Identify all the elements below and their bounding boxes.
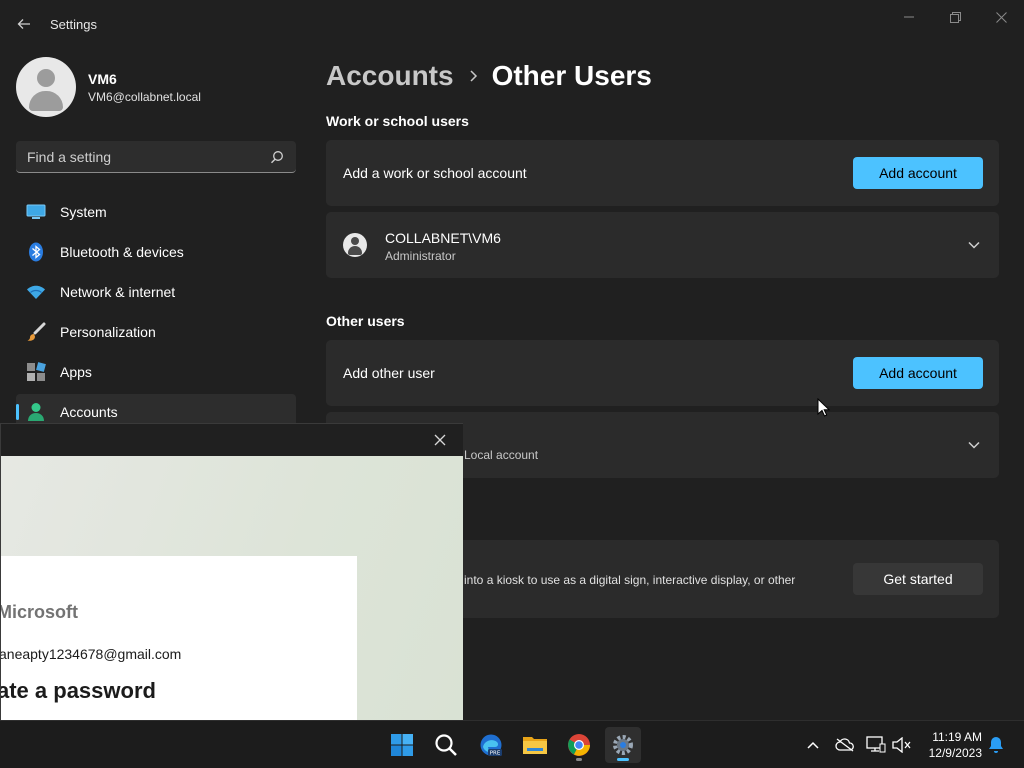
search-icon[interactable] [270, 150, 284, 164]
settings-icon [613, 735, 633, 755]
close-window-button[interactable] [978, 6, 1024, 28]
sidebar-item-label: Accounts [60, 404, 118, 420]
chevron-right-icon [468, 66, 478, 87]
user-profile[interactable]: VM6 VM6@collabnet.local [16, 57, 201, 117]
breadcrumb: Accounts Other Users [326, 58, 652, 94]
microsoft-logo-text: Microsoft [1, 602, 78, 622]
onedrive-tray[interactable] [835, 735, 855, 755]
sidebar-item-system[interactable]: System [16, 194, 296, 230]
notifications-button[interactable] [986, 735, 1006, 755]
restore-button[interactable] [932, 6, 978, 28]
work-user-name: COLLABNET\VM6 [385, 230, 501, 246]
taskbar-edge-beta[interactable]: PRE [473, 727, 509, 763]
breadcrumb-parent[interactable]: Accounts [326, 60, 454, 92]
network-tray[interactable] [866, 735, 886, 755]
chevron-down-icon[interactable] [967, 238, 981, 252]
kiosk-description: e into a kiosk to use as a digital sign,… [454, 573, 796, 587]
title-bar: Settings [0, 0, 1024, 46]
system-icon [26, 202, 46, 222]
close-icon [995, 11, 1007, 23]
user-avatar-icon [343, 233, 367, 257]
sidebar-item-apps[interactable]: Apps [16, 354, 296, 390]
chrome-icon [568, 734, 590, 756]
add-work-account-button[interactable]: Add account [853, 157, 983, 189]
clock-date: 12/9/2023 [928, 746, 982, 760]
show-hidden-icons-button[interactable] [803, 735, 823, 755]
sidebar-item-personalization[interactable]: Personalization [16, 314, 296, 350]
chevron-up-icon [807, 741, 819, 749]
minimize-icon [904, 16, 914, 18]
sidebar-item-network-internet[interactable]: Network & internet [16, 274, 296, 310]
taskbar: PRE 11:19 AM 12/9/2023 [0, 720, 1024, 768]
onedrive-offline-icon [835, 738, 854, 752]
work-user-role: Administrator [385, 249, 456, 263]
add-other-user-button[interactable]: Add account [853, 357, 983, 389]
start-button[interactable] [384, 727, 420, 763]
add-other-user-label: Add other user [343, 365, 435, 381]
minimize-button[interactable] [886, 6, 932, 28]
wifi-icon [26, 282, 46, 302]
restore-icon [949, 11, 961, 23]
brush-icon [26, 322, 46, 342]
search-icon [435, 734, 457, 756]
kiosk-get-started-button[interactable]: Get started [853, 563, 983, 595]
network-icon [866, 736, 886, 753]
search-input[interactable] [16, 141, 266, 172]
bell-icon [989, 737, 1003, 753]
chevron-down-icon[interactable] [967, 438, 981, 452]
sidebar-item-label: System [60, 204, 107, 220]
active-app-indicator [617, 758, 629, 761]
taskbar-search-button[interactable] [428, 727, 464, 763]
close-icon[interactable] [433, 433, 447, 447]
add-other-user-card: Add other user Add account [326, 340, 999, 406]
account-dialog: Microsoft aneapty1234678@gmail.com ate a… [0, 423, 463, 720]
profile-email: VM6@collabnet.local [88, 89, 201, 104]
accounts-icon [26, 402, 46, 422]
microsoft-signin-panel: Microsoft aneapty1234678@gmail.com ate a… [1, 556, 357, 720]
taskbar-clock[interactable]: 11:19 AM 12/9/2023 [929, 729, 982, 761]
volume-tray[interactable] [892, 735, 912, 755]
volume-muted-icon [892, 737, 911, 753]
create-password-heading: ate a password [1, 678, 156, 703]
svg-text:PRE: PRE [490, 751, 501, 757]
sidebar-item-label: Apps [60, 364, 92, 380]
back-arrow-icon [17, 19, 30, 29]
search-box[interactable] [16, 141, 296, 173]
app-title: Settings [50, 17, 97, 32]
work-user-row[interactable]: COLLABNET\VM6 Administrator [326, 212, 999, 278]
start-icon [391, 734, 413, 756]
apps-icon [26, 362, 46, 382]
sidebar-nav: System Bluetooth & devices Network & int… [16, 194, 296, 434]
add-work-account-label: Add a work or school account [343, 165, 527, 181]
other-users-heading: Other users [326, 313, 405, 329]
other-user-type: – Local account [454, 448, 539, 462]
running-indicator [576, 758, 582, 761]
sidebar-item-bluetooth-devices[interactable]: Bluetooth & devices [16, 234, 296, 270]
taskbar-settings[interactable] [605, 727, 641, 763]
work-users-heading: Work or school users [326, 113, 469, 129]
active-indicator [16, 404, 19, 420]
avatar [16, 57, 76, 117]
sidebar-item-label: Personalization [60, 324, 156, 340]
clock-time: 11:19 AM [932, 730, 982, 744]
add-work-account-card: Add a work or school account Add account [326, 140, 999, 206]
page-title: Other Users [491, 60, 652, 91]
taskbar-chrome[interactable] [561, 727, 597, 763]
dialog-body: Microsoft aneapty1234678@gmail.com ate a… [1, 456, 463, 720]
taskbar-file-explorer[interactable] [517, 727, 553, 763]
signin-email: aneapty1234678@gmail.com [1, 646, 182, 662]
edge-beta-icon: PRE [480, 734, 502, 757]
sidebar-item-label: Bluetooth & devices [60, 244, 184, 260]
mouse-cursor-icon [817, 398, 831, 417]
sidebar-item-label: Network & internet [60, 284, 176, 300]
dialog-title-bar [1, 424, 463, 456]
profile-name: VM6 [88, 70, 117, 87]
file-explorer-icon [523, 737, 547, 754]
bluetooth-icon [26, 242, 46, 262]
back-button[interactable] [14, 14, 34, 34]
